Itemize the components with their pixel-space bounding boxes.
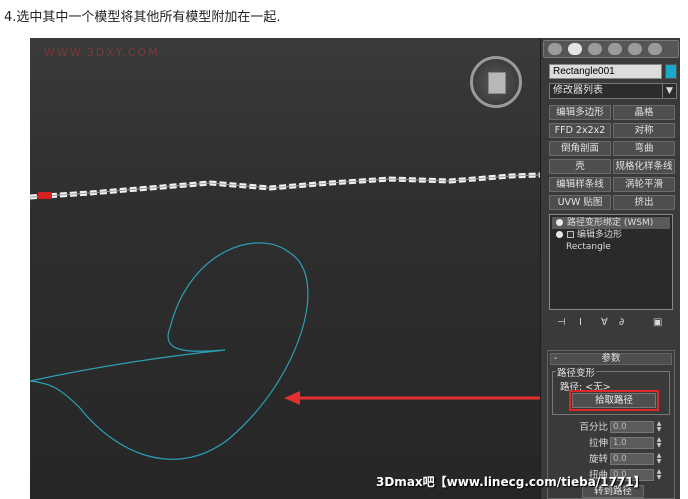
stack-item[interactable]: 编辑多边形 (552, 229, 670, 241)
stack-item[interactable]: Rectangle (552, 241, 670, 253)
mod-button[interactable]: 涡轮平滑 (613, 177, 675, 192)
show-end-result-icon[interactable]: Ⅰ (579, 318, 589, 328)
viewport-perspective[interactable]: WWW.3DXY.COM (30, 38, 540, 499)
group-label: 路径变形 (556, 365, 597, 379)
percent-spinner[interactable]: 百分比 0.0 ▲ ▼ (548, 421, 676, 434)
step-caption: 4.选中其中一个模型将其他所有模型附加在一起. (4, 10, 281, 25)
lightbulb-icon[interactable] (556, 231, 563, 238)
modifier-list-label: 修改器列表 (553, 85, 603, 96)
modifier-list-dropdown[interactable]: 修改器列表 ▼ (549, 83, 677, 99)
mod-button[interactable]: FFD 2x2x2 (549, 123, 611, 138)
mod-button[interactable]: 倒角剖面 (549, 141, 611, 156)
modify-tab-icon[interactable] (568, 43, 582, 55)
mod-button[interactable]: 挤出 (613, 195, 675, 210)
configure-sets-icon[interactable]: ▣ (653, 318, 663, 328)
spinner-arrows-icon[interactable]: ▲ ▼ (655, 469, 663, 481)
spinner-arrows-icon[interactable]: ▲ ▼ (655, 437, 663, 449)
utilities-tab-icon[interactable] (648, 43, 662, 55)
display-tab-icon[interactable] (628, 43, 642, 55)
mod-button[interactable]: 晶格 (613, 105, 675, 120)
path-spline (30, 242, 309, 460)
hierarchy-tab-icon[interactable] (588, 43, 602, 55)
remove-modifier-icon[interactable]: ∂ (619, 318, 629, 328)
red-arrow (284, 391, 540, 405)
mod-button[interactable]: 规格化样条线 (613, 159, 675, 174)
forum-watermark: 3Dmax吧【www.linecg.com/tieba/1771】 (376, 475, 646, 489)
panel-tabs (543, 40, 679, 58)
rollout-header[interactable]: - 参数 (550, 353, 672, 365)
mod-button[interactable]: UVW 贴图 (549, 195, 611, 210)
make-unique-icon[interactable]: ∀ (601, 318, 611, 328)
lightbulb-icon[interactable] (556, 219, 563, 226)
command-panel: Rectangle001 修改器列表 ▼ 编辑多边形 晶格 FFD 2x2x2 … (540, 38, 680, 499)
expand-icon[interactable] (567, 231, 574, 238)
object-color-swatch[interactable] (665, 64, 677, 79)
spinner-arrows-icon[interactable]: ▲ ▼ (655, 421, 663, 433)
stretch-spinner[interactable]: 拉伸 1.0 ▲ ▼ (548, 437, 676, 450)
spinner-arrows-icon[interactable]: ▲ ▼ (655, 453, 663, 465)
stack-item[interactable]: 路径变形绑定 (WSM) (552, 217, 670, 229)
modifier-stack[interactable]: 路径变形绑定 (WSM) 编辑多边形 Rectangle (549, 214, 673, 310)
object-name-field[interactable]: Rectangle001 (549, 64, 662, 79)
chevron-down-icon[interactable]: ▼ (662, 84, 676, 98)
mod-button[interactable]: 对称 (613, 123, 675, 138)
mod-button[interactable]: 壳 (549, 159, 611, 174)
motion-tab-icon[interactable] (608, 43, 622, 55)
highlight-box (569, 390, 659, 411)
viewport-scene (30, 172, 540, 460)
mod-button[interactable]: 弯曲 (613, 141, 675, 156)
create-tab-icon[interactable] (548, 43, 562, 55)
chain-object[interactable] (30, 172, 540, 200)
stack-toolbar: ⊣ Ⅰ ∀ ∂ ▣ (553, 318, 677, 330)
pin-stack-icon[interactable]: ⊣ (557, 318, 567, 328)
rotation-spinner[interactable]: 旋转 0.0 ▲ ▼ (548, 453, 676, 466)
mod-button[interactable]: 编辑样条线 (549, 177, 611, 192)
mod-button[interactable]: 编辑多边形 (549, 105, 611, 120)
